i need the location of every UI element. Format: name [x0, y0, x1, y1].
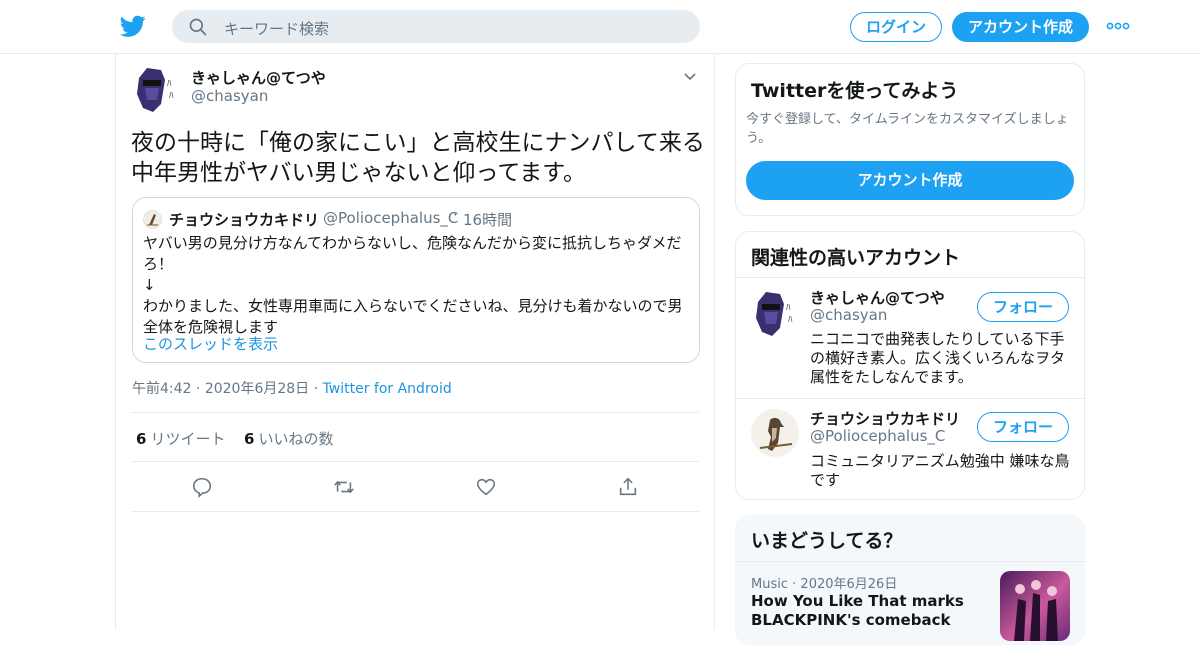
quoted-time: 16時間	[463, 211, 513, 229]
meta-separator: ·	[195, 381, 201, 397]
account-handle[interactable]: @chasyan	[810, 306, 887, 324]
divider	[736, 561, 1086, 562]
search-bar[interactable]: キーワード検索	[172, 10, 700, 43]
trend-date: 2020年6月26日	[800, 577, 898, 592]
trend-category: Music	[751, 577, 788, 592]
tweet-stats: 6 リツイート 6 いいねの数	[131, 412, 699, 462]
signup-button[interactable]: アカウント作成	[952, 12, 1089, 42]
svg-text:ﾊ: ﾊ	[786, 303, 791, 313]
retweets-label: リツイート	[150, 430, 226, 448]
quoted-tweet[interactable]: チョウショウカキドリ @Poliocephalus_C · 16時間 ヤバい男の…	[132, 197, 700, 363]
quoted-text-line: わかりました、女性専用車両に入らないでくださいね、見分けも着かないので男全体を危…	[143, 297, 683, 336]
tweet-source-link[interactable]: Twitter for Android	[323, 381, 452, 397]
likes-label: いいねの数	[258, 430, 334, 448]
account-avatar[interactable]	[750, 408, 800, 458]
retweet-icon[interactable]	[333, 476, 355, 498]
trends-title: いまどうしてる？	[751, 530, 903, 552]
author-handle[interactable]: @chasyan	[191, 87, 268, 105]
signup-card-title: Twitterを使ってみよう	[751, 80, 959, 102]
tweet-time[interactable]: 午前4:42	[132, 381, 191, 397]
quoted-author-avatar	[143, 210, 162, 229]
tweet-actions	[131, 462, 699, 512]
account-bio: ニコニコで曲発表したりしている下手の横好き素人。広く浅くいろんなヲタ属性をたしな…	[810, 330, 1066, 386]
twitter-bird-icon[interactable]	[120, 13, 146, 39]
share-icon[interactable]	[617, 476, 639, 498]
divider	[736, 398, 1084, 399]
reply-icon[interactable]	[191, 476, 213, 498]
show-thread-link[interactable]: このスレッドを表示	[143, 333, 278, 354]
trends-card: いまどうしてる？ Music · 2020年6月26日 How You Like…	[735, 515, 1086, 645]
trend-headline[interactable]: How You Like That marks BLACKPINK's come…	[751, 592, 991, 630]
trend-thumbnail-art	[1014, 580, 1058, 641]
signup-card: Twitterを使ってみよう 今すぐ登録して、タイムラインをカスタマイズしましょ…	[735, 63, 1085, 216]
account-name[interactable]: チョウショウカキドリ	[810, 408, 960, 429]
meta-separator: ·	[313, 381, 319, 397]
quoted-separator: ·	[453, 206, 458, 224]
tweet-column: ﾊ ﾊ きゃしゃん@てつや @chasyan 夜の十時に「俺の家にこい」と高校生…	[115, 54, 715, 630]
trend-meta: Music · 2020年6月26日	[751, 573, 897, 592]
quoted-text-line: ヤバい男の見分け方なんてわからないし、危険なんだから変に抵抗しちゃダメだろ！	[143, 234, 682, 273]
login-button[interactable]: ログイン	[850, 12, 942, 42]
trend-separator: ·	[792, 577, 797, 592]
author-avatar[interactable]: ﾊ ﾊ	[131, 64, 181, 114]
related-accounts-title: 関連性の高いアカウント	[751, 247, 961, 269]
related-accounts-card: 関連性の高いアカウント ﾊ ﾊ きゃしゃん@てつや @chasyan フォロー …	[735, 231, 1085, 500]
tweet-meta: 午前4:42 · 2020年6月28日 · Twitter for Androi…	[132, 378, 452, 398]
search-icon	[189, 18, 207, 36]
divider	[736, 277, 1084, 278]
search-input[interactable]: キーワード検索	[224, 18, 329, 39]
account-name[interactable]: きゃしゃん@てつや	[810, 287, 945, 308]
quoted-author-handle: @Poliocephalus_C	[323, 209, 459, 227]
likes-stat[interactable]: 6 いいねの数	[244, 428, 333, 449]
quoted-author-name: チョウショウカキドリ	[169, 211, 320, 229]
likes-count: 6	[244, 430, 255, 448]
account-avatar[interactable]: ﾊ ﾊ	[750, 288, 800, 338]
signup-card-button[interactable]: アカウント作成	[746, 161, 1074, 200]
chevron-down-icon[interactable]	[682, 68, 698, 84]
top-bar: キーワード検索 ログイン アカウント作成	[0, 0, 1200, 54]
like-heart-icon[interactable]	[475, 476, 497, 498]
quoted-text: ヤバい男の見分け方なんてわからないし、危険なんだから変に抵抗しちゃダメだろ！ ↓…	[143, 233, 691, 338]
retweets-stat[interactable]: 6 リツイート	[136, 428, 225, 449]
signup-card-description: 今すぐ登録して、タイムラインをカスタマイズしましょう。	[746, 112, 1069, 146]
svg-text:ﾊ: ﾊ	[788, 315, 793, 325]
account-handle[interactable]: @Poliocephalus_C	[810, 427, 945, 445]
more-options-icon[interactable]	[1106, 18, 1130, 34]
svg-text:ﾊ: ﾊ	[169, 91, 174, 101]
follow-button[interactable]: フォロー	[977, 412, 1069, 442]
follow-button[interactable]: フォロー	[977, 292, 1069, 322]
retweets-count: 6	[136, 430, 147, 448]
quoted-text-line: ↓	[143, 276, 156, 294]
account-bio: コミュニタリアニズム勉強中 嫌味な鳥です	[810, 452, 1070, 489]
author-name[interactable]: きゃしゃん@てつや	[191, 67, 326, 88]
tweet-text: 夜の十時に「俺の家にこい」と高校生にナンパして来る中年男性がヤバい男じゃないと仰…	[131, 130, 705, 186]
svg-text:ﾊ: ﾊ	[167, 79, 172, 89]
trend-thumbnail[interactable]	[1000, 571, 1070, 641]
tweet-date[interactable]: 2020年6月28日	[205, 381, 309, 397]
